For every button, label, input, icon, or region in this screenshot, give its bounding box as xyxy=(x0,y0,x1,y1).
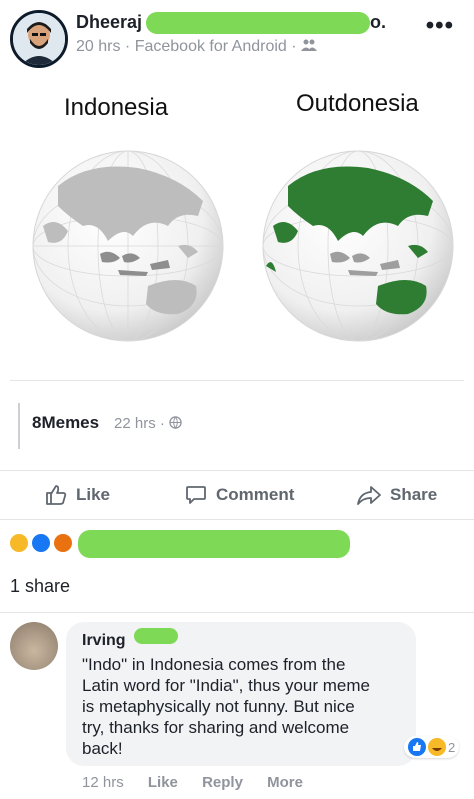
share-arrow-icon xyxy=(357,486,381,505)
globe-right xyxy=(262,150,454,342)
divider xyxy=(0,612,474,613)
author-name[interactable]: Dheeraj xyxy=(76,12,142,33)
share-count[interactable]: 1 share xyxy=(10,576,70,597)
redaction-bar xyxy=(134,628,178,644)
shared-from-card[interactable]: 8Memes 22 hrs · xyxy=(10,380,464,468)
friends-icon xyxy=(301,38,318,55)
comment-bubble: Irving "Indo" in Indonesia comes from th… xyxy=(66,622,416,766)
comment-actions: 12 hrs Like Reply More xyxy=(82,774,303,791)
comment-label: Comment xyxy=(216,485,295,504)
comment-reply-button[interactable]: Reply xyxy=(202,774,243,791)
more-options-button[interactable]: ••• xyxy=(426,14,454,38)
author-avatar[interactable] xyxy=(10,10,68,68)
shared-page-name[interactable]: 8Memes xyxy=(32,413,99,433)
comment-reaction-count: 2 xyxy=(448,739,456,755)
share-label: Share xyxy=(390,485,438,504)
like-button[interactable]: Like xyxy=(44,483,110,507)
haha-emoji-icon xyxy=(428,738,446,756)
meme-image[interactable]: Indonesia Outdonesia xyxy=(10,82,464,378)
action-bar: Like Comment Share xyxy=(0,470,474,520)
comment-icon xyxy=(186,486,206,504)
comment-text: "Indo" in Indonesia comes from the Latin… xyxy=(82,655,370,758)
share-button[interactable]: Share xyxy=(356,483,437,507)
globe-icon xyxy=(169,416,182,429)
angry-emoji-icon xyxy=(52,532,74,554)
comment-more-button[interactable]: More xyxy=(267,774,303,791)
commenter-avatar[interactable] xyxy=(10,622,58,670)
post-time[interactable]: 20 hrs xyxy=(76,38,120,55)
comment-reactions[interactable]: 2 xyxy=(404,736,460,758)
comment-time[interactable]: 12 hrs xyxy=(82,774,124,791)
post-meta: 20 hrs · Facebook for Android · xyxy=(76,38,318,56)
haha-emoji-icon xyxy=(8,532,30,554)
share-quote-bar xyxy=(18,403,20,449)
like-emoji-icon xyxy=(408,738,426,756)
thumbs-up-icon xyxy=(46,485,67,505)
post-source: Facebook for Android xyxy=(134,38,287,55)
redaction-bar xyxy=(78,530,350,558)
post-header: Dheeraj o. 20 hrs · Facebook for Android… xyxy=(0,0,474,72)
comment-button[interactable]: Comment xyxy=(184,483,294,507)
reactions-summary[interactable] xyxy=(0,522,474,566)
comment-like-button[interactable]: Like xyxy=(148,774,178,791)
shared-time: 22 hrs · xyxy=(114,415,182,432)
author-name-tail: o. xyxy=(370,12,386,32)
redaction-bar xyxy=(146,12,370,34)
meme-left-label: Indonesia xyxy=(64,94,169,121)
meme-right-label: Outdonesia xyxy=(296,90,419,117)
commenter-name[interactable]: Irving xyxy=(82,632,126,650)
shared-time-value[interactable]: 22 hrs xyxy=(114,415,156,432)
like-label: Like xyxy=(76,485,111,504)
globe-left xyxy=(32,150,224,342)
like-emoji-icon xyxy=(30,532,52,554)
